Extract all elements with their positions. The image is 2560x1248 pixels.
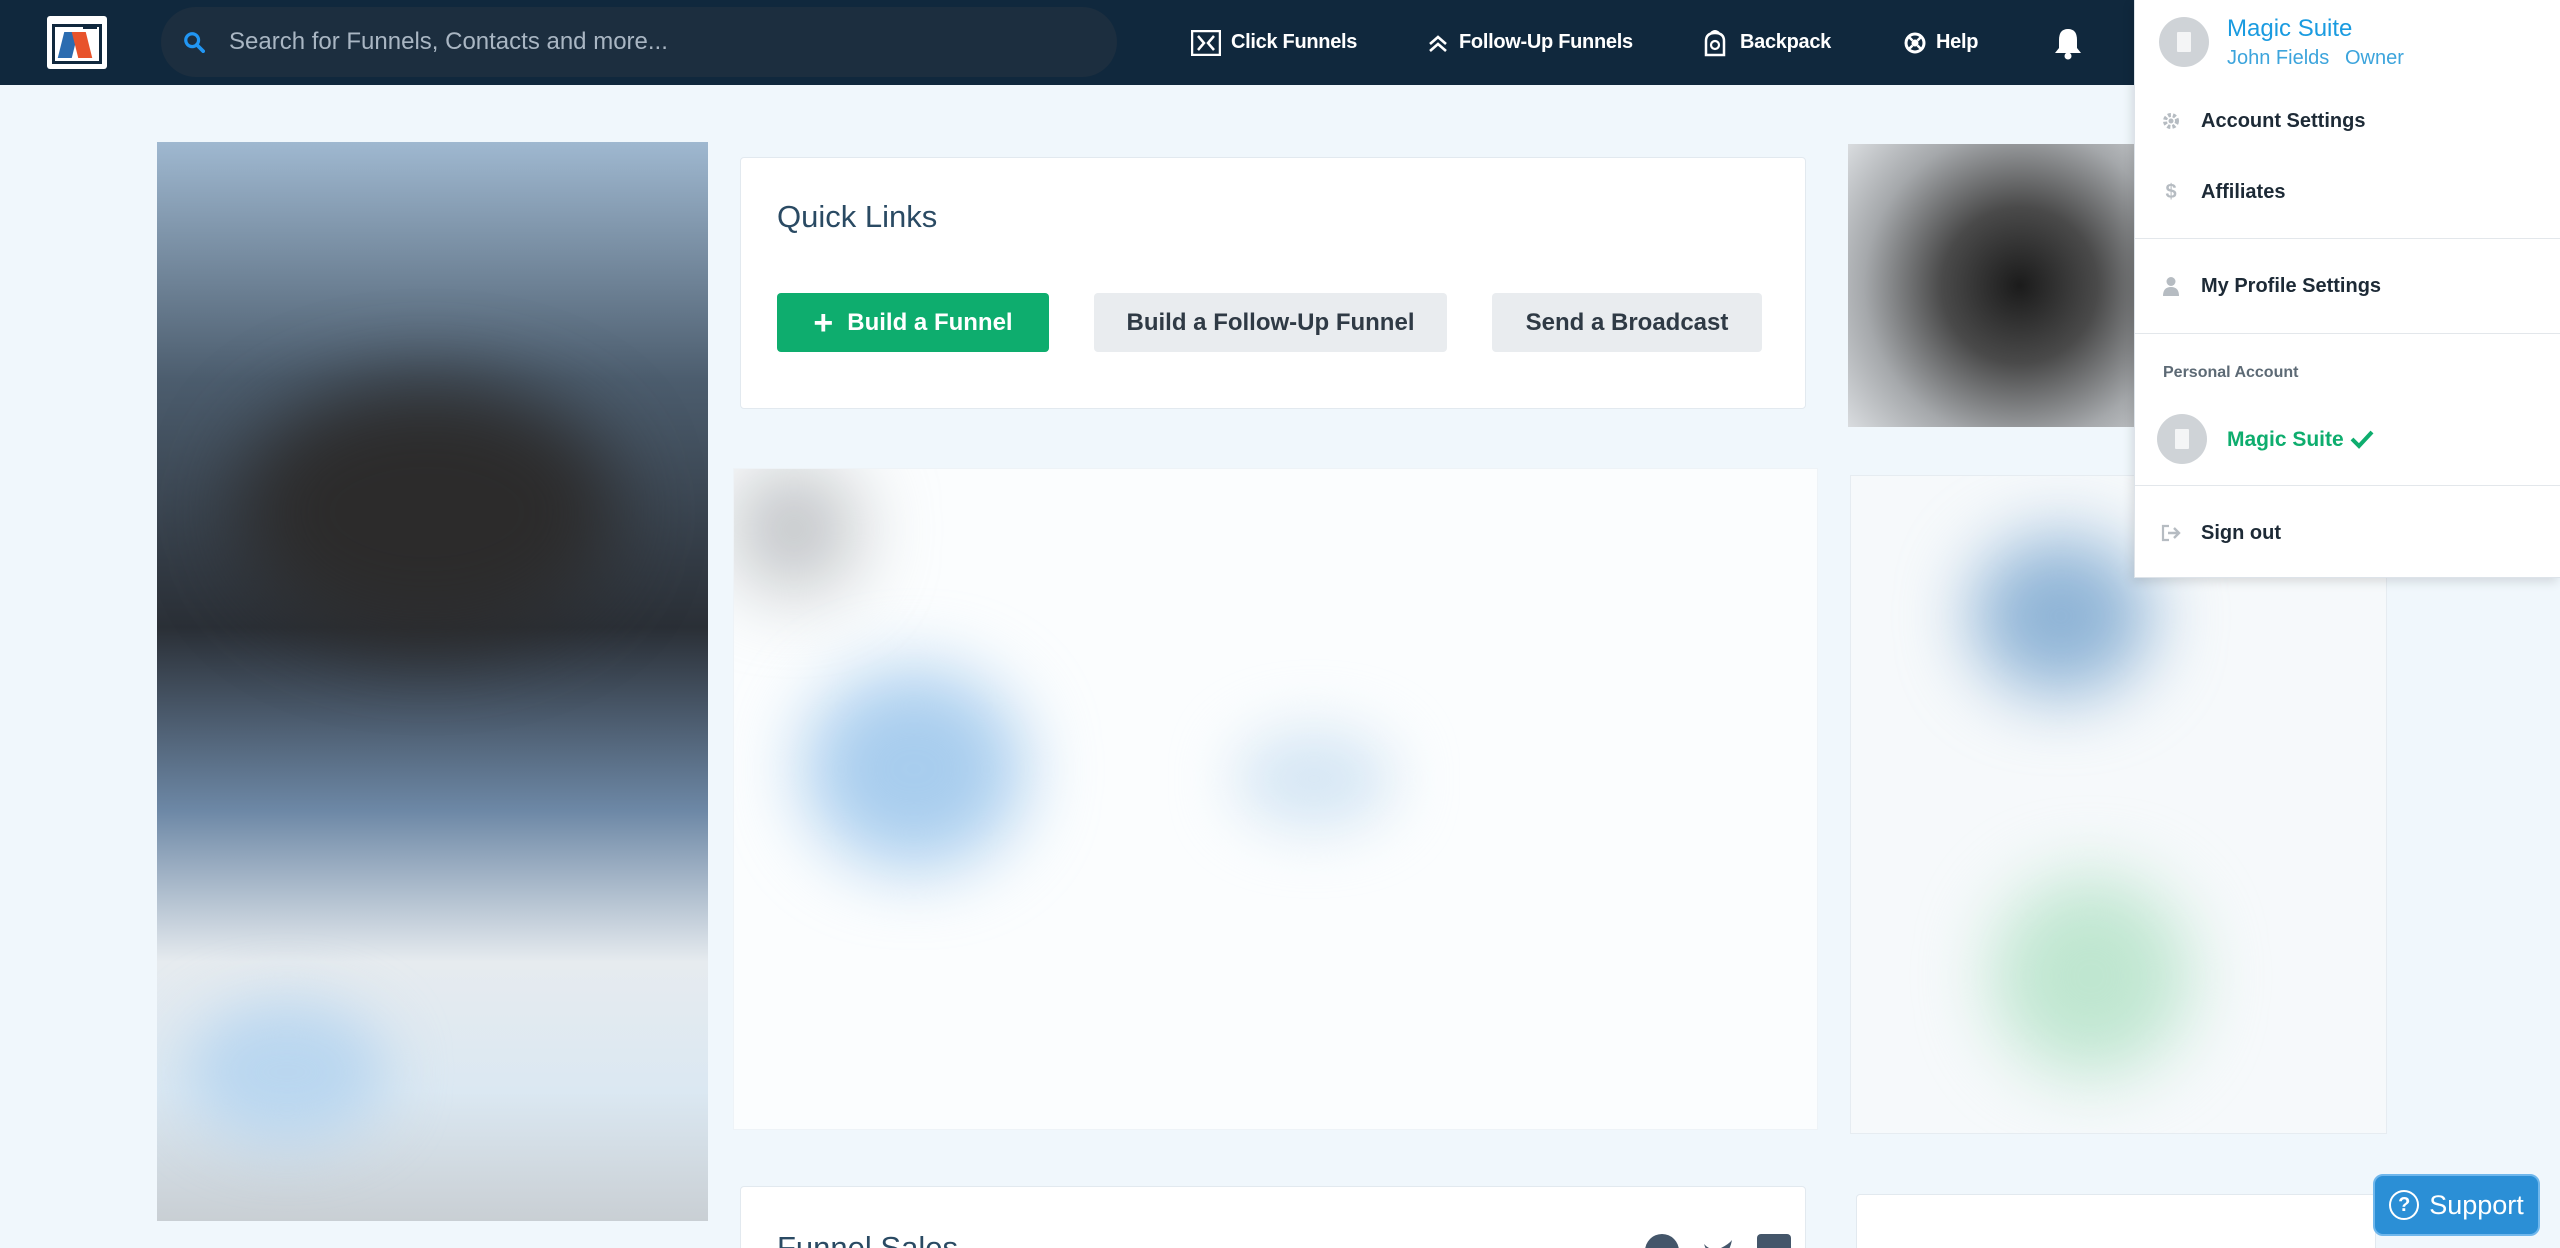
build-followup-label: Build a Follow-Up Funnel [1126,308,1415,336]
sign-out-icon [2161,523,2181,543]
building-icon [2177,32,2191,52]
blur-shape [804,669,1024,869]
search-icon [184,32,205,53]
backpack-icon [1700,28,1730,58]
menu-label: Affiliates [2201,180,2286,203]
build-funnel-label: Build a Funnel [847,308,1013,336]
twitter-icon[interactable] [1701,1234,1735,1248]
nav-label: Backpack [1740,31,1831,53]
nav-follow-up-funnels[interactable]: Follow-Up Funnels [1427,0,1633,85]
user-name: John Fields [2227,47,2330,69]
nav-help[interactable]: Help [1904,0,1978,85]
menu-divider [2135,485,2560,486]
blur-shape [237,382,617,642]
user-icon [2161,276,2181,296]
blur-shape [1234,729,1394,829]
blurred-image-left [157,142,708,1221]
build-follow-up-funnel-button[interactable]: Build a Follow-Up Funnel [1094,293,1447,352]
menu-item-sign-out[interactable]: Sign out [2135,508,2560,558]
linkedin-icon[interactable] [1757,1234,1791,1248]
account-avatar [2159,17,2209,67]
menu-item-profile-settings[interactable]: My Profile Settings [2135,261,2560,311]
nav-click-funnels[interactable]: Click Funnels [1191,0,1357,85]
nav-label: Click Funnels [1231,31,1358,53]
support-button[interactable]: ? Support [2373,1174,2540,1236]
help-icon [1904,32,1926,54]
blurred-image-right-top [1848,144,2134,427]
bell-icon[interactable] [2052,26,2084,60]
personal-account-section-label: Personal Account [2163,364,2299,381]
account-dropdown-menu: Magic Suite John Fields Owner Account Se… [2134,0,2560,578]
nav-backpack[interactable]: Backpack [1700,0,1831,85]
build-funnel-button[interactable]: + Build a Funnel [777,293,1049,352]
nav-label: Follow-Up Funnels [1459,31,1633,53]
menu-label: Sign out [2201,521,2281,544]
support-label: Support [2429,1189,2524,1220]
blur-shape [734,469,854,589]
user-role: Owner [2345,47,2404,69]
blur-shape [1971,536,2151,696]
funnel-icon [1191,29,1221,56]
blurred-panel-center [733,468,1818,1130]
check-icon [2350,430,2374,449]
building-icon [2175,429,2189,449]
logo-dots [83,26,97,29]
menu-item-affiliates[interactable]: $ Affiliates [2135,167,2560,217]
question-icon: ? [2389,1190,2420,1220]
search-bar[interactable] [161,7,1117,77]
personal-account-avatar [2157,414,2207,464]
send-broadcast-label: Send a Broadcast [1525,308,1729,336]
quick-links-title: Quick Links [777,199,938,234]
menu-item-account-settings[interactable]: Account Settings [2135,96,2560,146]
funnel-sales-title: Funnel Sales [777,1230,958,1248]
search-input[interactable] [229,20,1089,64]
menu-divider [2135,333,2560,334]
personal-account-name[interactable]: Magic Suite [2227,428,2344,452]
plus-icon: + [813,303,834,342]
menu-label: Account Settings [2201,109,2366,132]
dollar-icon: $ [2165,180,2177,203]
nav-label: Help [1936,31,1979,53]
gear-icon [2161,111,2181,131]
blur-shape [187,1002,387,1142]
chevron-up-icon [1427,32,1449,54]
account-name[interactable]: Magic Suite [2227,15,2352,43]
blur-shape [1991,876,2191,1076]
menu-label: My Profile Settings [2201,274,2382,297]
side-card-bottom [1856,1194,2376,1248]
quick-links-card [740,157,1806,409]
clickfunnels-logo[interactable] [47,16,107,69]
menu-divider [2135,238,2560,239]
send-broadcast-button[interactable]: Send a Broadcast [1492,293,1762,352]
